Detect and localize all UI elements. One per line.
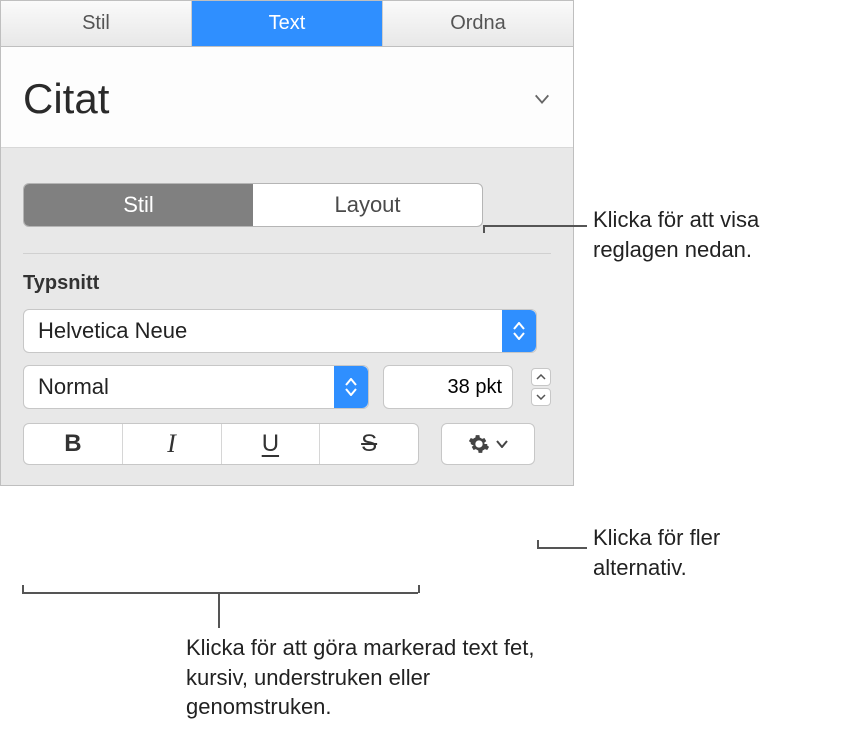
segment-layout[interactable]: Layout (253, 184, 482, 226)
callout-line (537, 547, 587, 549)
chevron-down-icon (496, 440, 508, 448)
callout-tick (537, 540, 539, 548)
inspector-tabs: Stil Text Ordna (1, 1, 573, 47)
style-layout-segment: Stil Layout (23, 183, 483, 227)
tab-ordna[interactable]: Ordna (383, 1, 573, 46)
segment-stil[interactable]: Stil (24, 184, 253, 226)
font-weight-select[interactable]: Normal (23, 365, 369, 409)
italic-button[interactable]: I (123, 424, 222, 464)
font-family-value: Helvetica Neue (38, 318, 187, 344)
text-style-group: B I U S (23, 423, 419, 465)
font-section-label: Typsnitt (23, 272, 551, 295)
callout-styles: Klicka för att göra markerad text fet, k… (186, 633, 536, 722)
paragraph-style-name: Citat (23, 75, 109, 123)
stepper-down[interactable] (531, 388, 551, 406)
chevron-down-icon (533, 90, 551, 108)
updown-icon (502, 310, 536, 352)
font-family-select[interactable]: Helvetica Neue (23, 309, 537, 353)
callout-segment: Klicka för att visa reglagen nedan. (593, 205, 823, 264)
format-inspector-panel: Stil Text Ordna Citat Stil Layout Typsni… (0, 0, 574, 486)
font-size-value: 38 pkt (448, 376, 502, 399)
font-size-field[interactable]: 38 pkt (383, 365, 513, 409)
text-inspector-content: Stil Layout Typsnitt Helvetica Neue Norm… (1, 148, 573, 485)
callout-bracket-stem (218, 592, 220, 628)
bold-button[interactable]: B (24, 424, 123, 464)
font-weight-value: Normal (38, 374, 109, 400)
style-buttons-row: B I U S (23, 423, 551, 465)
font-size-stepper (531, 368, 551, 406)
divider (23, 253, 551, 254)
more-options-button[interactable] (441, 423, 535, 465)
callout-bracket-left (22, 585, 24, 593)
gear-icon (468, 433, 490, 455)
tab-text[interactable]: Text (192, 1, 383, 46)
callout-bracket-right (418, 585, 420, 593)
strike-button[interactable]: S (320, 424, 418, 464)
updown-icon (334, 366, 368, 408)
stepper-up[interactable] (531, 368, 551, 386)
callout-line (483, 225, 587, 227)
tab-stil[interactable]: Stil (1, 1, 192, 46)
callout-gear: Klicka för fler alternativ. (593, 523, 813, 582)
underline-button[interactable]: U (222, 424, 321, 464)
font-weight-size-row: Normal 38 pkt (23, 365, 551, 409)
paragraph-style-popup[interactable]: Citat (1, 47, 573, 148)
callout-tick (483, 225, 485, 233)
callout-bracket-h (22, 592, 418, 594)
